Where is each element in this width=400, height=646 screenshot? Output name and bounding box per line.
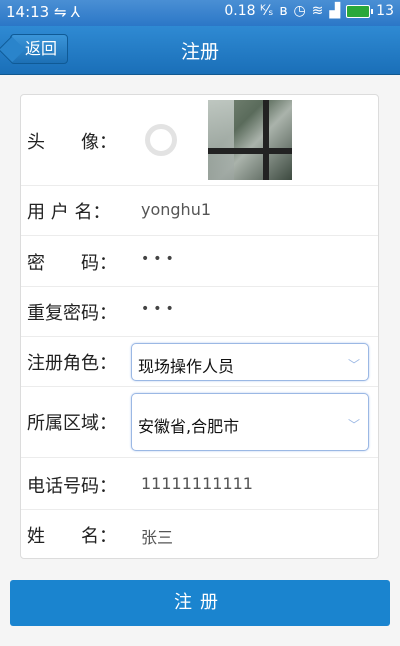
- role-label: 注册角色：: [27, 353, 117, 374]
- page-title: 注册: [180, 41, 219, 63]
- name-row: 姓 名： 张三: [21, 509, 378, 558]
- username-row: 用 户 名： yonghu1: [21, 185, 378, 236]
- phone-input[interactable]: 11111111111: [141, 474, 253, 493]
- register-form: 头 像： 用 户 名： yonghu1 密 码： ••• 重复密码： ••• 注…: [20, 94, 379, 559]
- avatar-photo[interactable]: [208, 100, 292, 180]
- network-icon: ⅄: [70, 3, 84, 21]
- confirm-password-input[interactable]: •••: [141, 301, 178, 317]
- title-bar: 返回 注册: [0, 26, 400, 75]
- region-row: 所属区域： 安徽省,合肥市 ﹀: [21, 386, 378, 458]
- phone-label: 电话号码：: [27, 476, 117, 497]
- usb-icon: ⇋: [54, 3, 71, 21]
- phone-row: 电话号码： 11111111111: [21, 457, 378, 510]
- status-time: 14:13: [6, 3, 50, 21]
- signal-icon: ▟: [329, 3, 341, 19]
- battery-level: 13: [376, 3, 394, 19]
- password-input[interactable]: •••: [141, 251, 178, 267]
- role-select[interactable]: 现场操作人员 ﹀: [131, 343, 369, 381]
- region-select[interactable]: 安徽省,合肥市 ﹀: [131, 393, 369, 451]
- avatar-label: 头 像：: [27, 132, 117, 153]
- loading-spinner-icon: [145, 124, 177, 156]
- wifi-icon: ≋: [311, 3, 324, 19]
- chevron-down-icon: ﹀: [347, 358, 360, 372]
- register-button[interactable]: 注册: [10, 580, 390, 626]
- password-label: 密 码：: [27, 253, 117, 274]
- status-left-icons: ⇋⅄: [54, 3, 84, 21]
- confirm-password-row: 重复密码： •••: [21, 286, 378, 337]
- alarm-icon: ◷: [293, 3, 306, 19]
- username-input[interactable]: yonghu1: [141, 200, 211, 219]
- status-speed: 0.18 ᴷ⁄ₛ: [224, 3, 274, 19]
- confirm-password-label: 重复密码：: [27, 303, 117, 324]
- role-row: 注册角色： 现场操作人员 ﹀: [21, 336, 378, 387]
- chevron-down-icon: ﹀: [347, 418, 360, 432]
- bluetooth-icon: ʙ: [279, 3, 288, 19]
- region-label: 所属区域：: [27, 413, 117, 434]
- password-row: 密 码： •••: [21, 235, 378, 287]
- name-input[interactable]: 张三: [141, 524, 173, 548]
- role-selected: 现场操作人员: [138, 357, 235, 376]
- region-selected: 安徽省,合肥市: [138, 417, 240, 436]
- avatar-row: 头 像：: [21, 95, 378, 186]
- battery-icon: [346, 4, 374, 18]
- name-label: 姓 名：: [27, 526, 117, 547]
- status-bar: 14:13 ⇋⅄ 0.18 ᴷ⁄ₛ ʙ ◷ ≋ ▟ 13: [0, 0, 400, 26]
- status-right: 0.18 ᴷ⁄ₛ ʙ ◷ ≋ ▟ 13: [224, 3, 394, 19]
- username-label: 用 户 名：: [27, 202, 111, 223]
